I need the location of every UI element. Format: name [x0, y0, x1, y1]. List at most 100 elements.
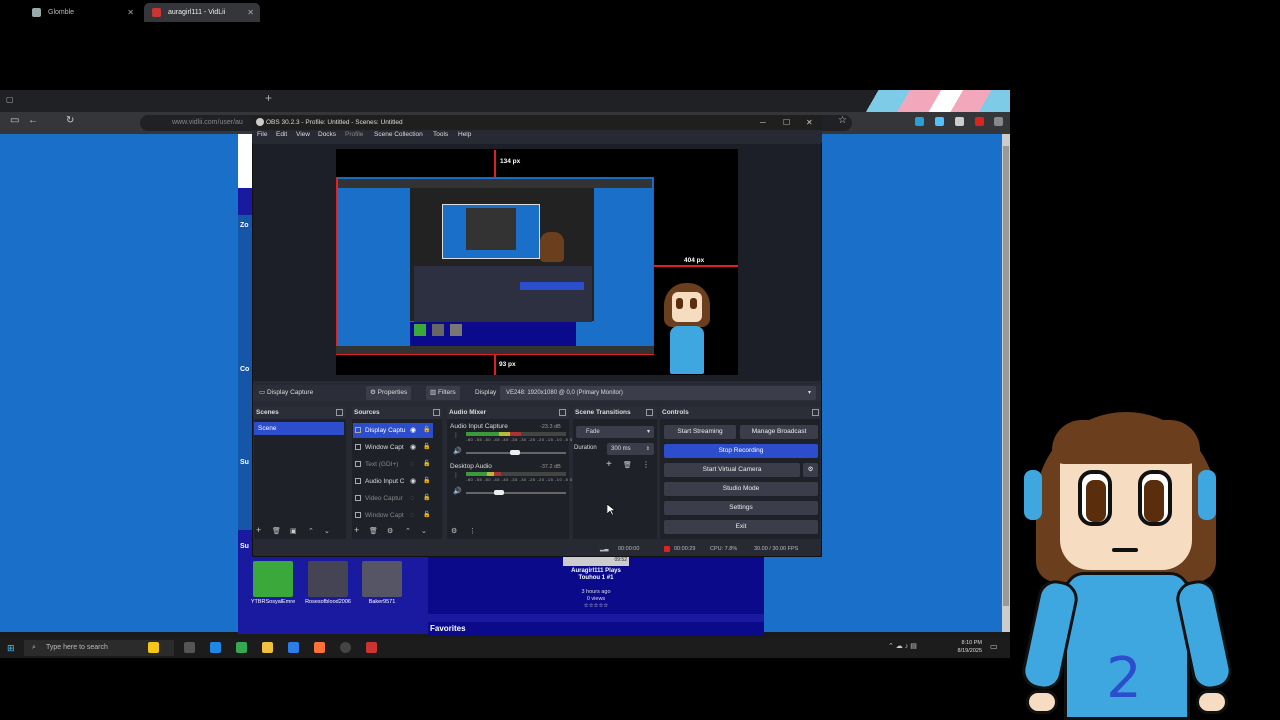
- chrome-icon[interactable]: [236, 642, 247, 653]
- settings-button[interactable]: Settings: [664, 501, 818, 515]
- reload-icon[interactable]: ↻: [66, 115, 74, 126]
- volume-slider-knob[interactable]: [494, 490, 504, 495]
- back-arrow-icon[interactable]: ←: [28, 115, 38, 126]
- lock-icon[interactable]: 🔓: [423, 423, 430, 438]
- channel-menu-icon[interactable]: ⋮: [453, 472, 459, 479]
- extensions-puzzle-icon[interactable]: [955, 117, 964, 126]
- source-item[interactable]: Window Capt ◉ 🔓: [353, 440, 433, 455]
- display-select[interactable]: VE248: 1920x1080 @ 0,0 (Primary Monitor)…: [500, 386, 816, 400]
- lock-icon[interactable]: 🔓: [423, 491, 430, 506]
- remove-transition-icon[interactable]: 🗑: [623, 461, 632, 469]
- volume-slider-knob[interactable]: [510, 450, 520, 455]
- source-item[interactable]: Audio Input C ◉ 🔓: [353, 474, 433, 489]
- source-item[interactable]: Window Capt ◌ 🔓: [353, 508, 433, 523]
- add-source-icon[interactable]: +: [354, 525, 359, 535]
- task-view-icon[interactable]: [184, 642, 195, 653]
- source-properties-gear-icon[interactable]: ⚙: [387, 527, 393, 535]
- new-tab-plus-icon[interactable]: +: [265, 91, 272, 105]
- video-title[interactable]: Auragirl111 Plays Touhou 1 #1: [560, 568, 632, 582]
- subscriber-avatar[interactable]: [362, 561, 402, 597]
- app-taskbar-icon[interactable]: [366, 642, 377, 653]
- scene-filters-icon[interactable]: ▣: [290, 527, 297, 535]
- video-thumbnail[interactable]: 09:52: [563, 556, 629, 566]
- virtual-camera-settings-gear-icon[interactable]: ⚙: [803, 463, 818, 477]
- lock-icon[interactable]: 🔓: [423, 440, 430, 455]
- maximize-icon[interactable]: ☐: [783, 115, 790, 130]
- spin-arrows-icon[interactable]: ⇕: [646, 443, 650, 455]
- properties-button[interactable]: ⚙ Properties: [366, 386, 412, 400]
- source-item[interactable]: Display Captu ◉ 🔓: [353, 423, 433, 438]
- tab-glomble[interactable]: Glomble ✕: [24, 3, 140, 22]
- start-streaming-button[interactable]: Start Streaming: [664, 425, 736, 439]
- advanced-audio-icon[interactable]: ⚙: [451, 527, 457, 535]
- remove-source-icon[interactable]: 🗑: [369, 527, 378, 535]
- mixer-menu-icon[interactable]: ⋮: [469, 527, 476, 535]
- eye-hidden-icon[interactable]: ◌: [410, 457, 414, 472]
- stop-recording-button[interactable]: Stop Recording: [664, 444, 818, 458]
- menu-file[interactable]: File: [257, 131, 267, 138]
- volume-slider[interactable]: [466, 492, 566, 494]
- lock-icon[interactable]: 🔓: [423, 474, 430, 489]
- tab-list-icon[interactable]: ▢: [6, 95, 14, 104]
- eye-icon[interactable]: ◉: [410, 440, 416, 455]
- menu-scene-collection[interactable]: Scene Collection: [374, 131, 423, 138]
- filters-button[interactable]: ▥ Filters: [426, 386, 460, 400]
- remove-scene-icon[interactable]: 🗑: [272, 527, 281, 535]
- favorite-star-icon[interactable]: ☆: [838, 115, 847, 126]
- minimize-icon[interactable]: ─: [760, 115, 766, 130]
- menu-edit[interactable]: Edit: [276, 131, 287, 138]
- extension-icon[interactable]: [935, 117, 944, 126]
- source-item[interactable]: Text (GDI+) ◌ 🔓: [353, 457, 433, 472]
- obs-title-bar[interactable]: OBS 30.2.3 - Profile: Untitled - Scenes:…: [252, 115, 822, 130]
- sidebar-toggle-icon[interactable]: ▭: [10, 115, 19, 126]
- manage-broadcast-button[interactable]: Manage Broadcast: [740, 425, 818, 439]
- taskbar-clock[interactable]: 8:10 PM 8/19/2025: [948, 639, 982, 655]
- subscriber-avatar[interactable]: [308, 561, 348, 597]
- source-item[interactable]: Video Captur ◌ 🔓: [353, 491, 433, 506]
- dock-menu-icon[interactable]: [559, 409, 566, 416]
- scene-item[interactable]: Scene: [254, 422, 344, 435]
- notification-icon[interactable]: ▭: [990, 642, 998, 651]
- scrollbar-thumb[interactable]: [1003, 146, 1009, 606]
- firefox-icon[interactable]: [314, 642, 325, 653]
- transition-select[interactable]: Fade ▾: [576, 426, 654, 438]
- copilot-icon[interactable]: [148, 642, 159, 653]
- subscriber-name[interactable]: Baker9571: [352, 599, 412, 605]
- menu-view[interactable]: View: [296, 131, 310, 138]
- extension-record-icon[interactable]: [975, 117, 984, 126]
- lock-icon[interactable]: 🔓: [423, 457, 430, 472]
- add-transition-icon[interactable]: +: [606, 459, 612, 470]
- speaker-icon[interactable]: 🔊: [453, 487, 462, 495]
- download-icon[interactable]: [915, 117, 924, 126]
- close-window-icon[interactable]: ✕: [806, 115, 813, 130]
- file-explorer-icon[interactable]: [262, 642, 273, 653]
- menu-profile[interactable]: Profile: [345, 131, 363, 138]
- move-down-icon[interactable]: ⌄: [421, 527, 427, 535]
- menu-help[interactable]: Help: [458, 131, 471, 138]
- start-virtual-camera-button[interactable]: Start Virtual Camera: [664, 463, 800, 477]
- speaker-icon[interactable]: 🔊: [453, 447, 462, 455]
- eye-hidden-icon[interactable]: ◌: [410, 491, 414, 506]
- eye-hidden-icon[interactable]: ◌: [410, 508, 414, 523]
- move-up-icon[interactable]: ⌃: [405, 527, 411, 535]
- move-up-icon[interactable]: ⌃: [308, 527, 314, 535]
- obs-taskbar-icon[interactable]: [340, 642, 351, 653]
- channel-menu-icon[interactable]: ⋮: [453, 432, 459, 439]
- eye-icon[interactable]: ◉: [410, 423, 416, 438]
- windows-start-icon[interactable]: ⊞: [7, 643, 15, 654]
- close-tab-icon[interactable]: ✕: [247, 3, 254, 22]
- browser-menu-icon[interactable]: [994, 117, 1003, 126]
- tab-vidlii[interactable]: auragirl111 - VidLii ✕: [144, 3, 260, 22]
- dock-menu-icon[interactable]: [433, 409, 440, 416]
- add-scene-icon[interactable]: +: [256, 525, 261, 535]
- eye-icon[interactable]: ◉: [410, 474, 416, 489]
- duration-spinbox[interactable]: 300 ms ⇕: [607, 443, 654, 455]
- lock-icon[interactable]: 🔓: [423, 508, 430, 523]
- close-tab-icon[interactable]: ✕: [127, 3, 134, 22]
- dock-menu-icon[interactable]: [812, 409, 819, 416]
- edge-icon[interactable]: [210, 642, 221, 653]
- menu-tools[interactable]: Tools: [433, 131, 448, 138]
- subscriber-name[interactable]: YTBRSosyalEmre: [243, 599, 303, 605]
- menu-docks[interactable]: Docks: [318, 131, 336, 138]
- store-icon[interactable]: [288, 642, 299, 653]
